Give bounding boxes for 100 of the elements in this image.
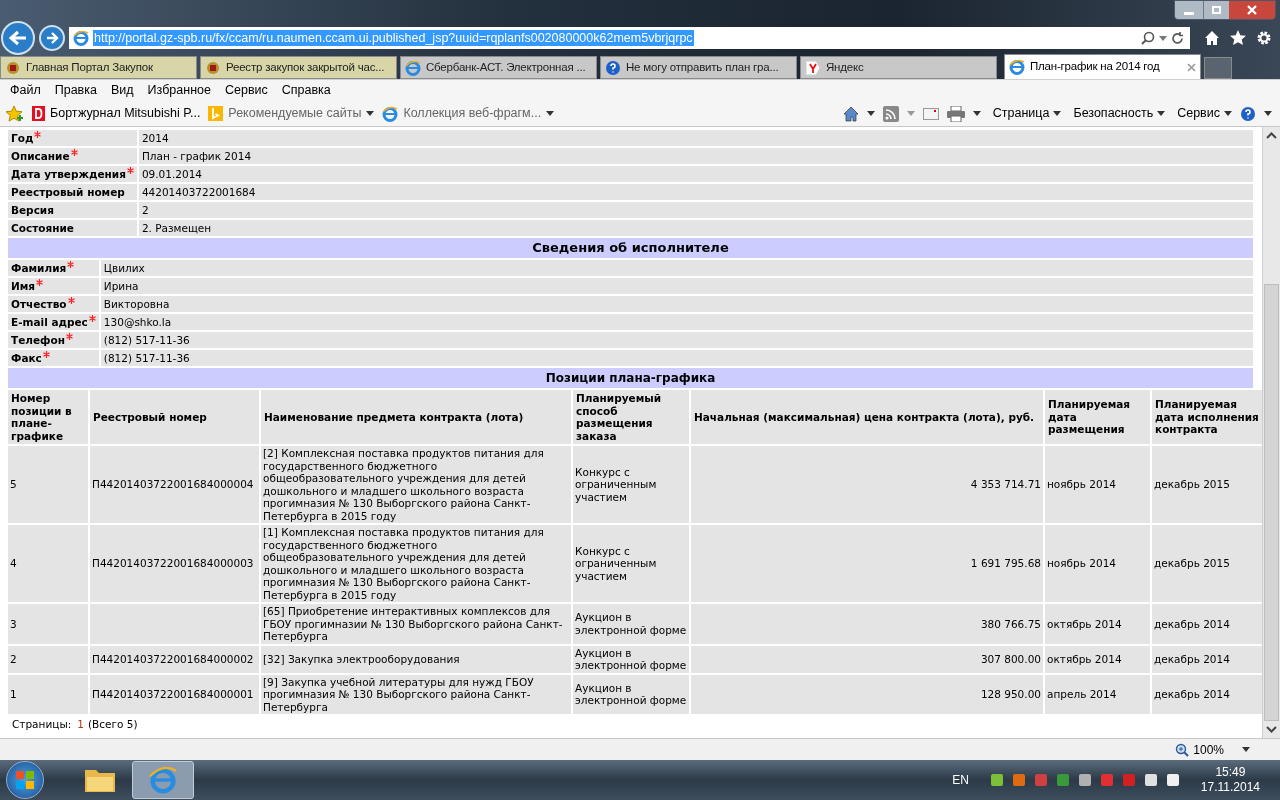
star-icon[interactable] — [1230, 30, 1246, 46]
browser-tab[interactable]: Главная Портал Закупок — [0, 56, 197, 79]
table-cell: 4 — [8, 525, 88, 602]
table-cell: декабрь 2014 — [1152, 645, 1262, 673]
home-icon[interactable] — [1204, 30, 1220, 46]
page-link[interactable]: 1 — [77, 717, 84, 733]
value-cell: 2 — [138, 202, 1253, 218]
back-button[interactable] — [1, 21, 35, 55]
table-cell: 307 800.00 — [691, 645, 1043, 673]
section-header: Позиции плана-графика — [8, 368, 1253, 388]
field-label: Имя — [11, 280, 44, 292]
table-cell: [65] Приобретение интерактивных комплексов для ГБОУ прогимназии № 130 Выборгского района Санкт-Петербурга — [261, 604, 571, 644]
menu-item[interactable]: Избранное — [147, 81, 211, 100]
required-mark-icon — [67, 261, 75, 268]
clock-time[interactable]: 15:49 — [1215, 765, 1246, 780]
maximize-button[interactable] — [1203, 1, 1229, 19]
page-total: (Всего 5) — [87, 717, 138, 732]
menu-item[interactable]: Справка — [281, 81, 331, 100]
table-cell: 128 950.00 — [691, 674, 1043, 714]
browser-e-icon — [1009, 59, 1025, 75]
window-controls[interactable] — [1174, 0, 1276, 20]
table-cell: декабрь 2014 — [1152, 604, 1262, 644]
zoom-icon[interactable] — [1175, 742, 1190, 757]
value-cell: 44201403722001684 — [138, 184, 1253, 200]
column-header: Планируемая дата размещения — [1045, 390, 1150, 444]
table-cell: П44201403722001684000002 — [90, 645, 259, 673]
table-cell: Аукцион в электронной форме — [573, 604, 689, 644]
browser-tab[interactable]: Реестр закупок закрытой час... — [200, 56, 397, 79]
menu-item[interactable]: Файл — [10, 81, 41, 100]
caret-icon — [1159, 35, 1167, 41]
browser-tab[interactable]: Не могу отправить план гра... — [600, 56, 797, 79]
favorites-link[interactable]: Бортжурнал Mitsubishi P... — [32, 104, 201, 123]
command-menu[interactable]: Сервис — [1177, 104, 1232, 123]
menu-item[interactable]: Вид — [110, 81, 134, 100]
table-cell: [2] Комплексная поставка продуктов питания для государственного бюджетного общеобразовательного учреждения для детей дошкольного и младшего школьного возраста прогимназия № 130 Выборгского района Санкт-Петербурга в 2015 году — [261, 446, 571, 523]
favorites-link[interactable]: Коллекция веб-фрагм... — [382, 104, 555, 123]
table-cell: 1 691 795.68 — [691, 525, 1043, 602]
column-header: Планируемая дата исполнения контракта — [1152, 390, 1262, 444]
value-cell: Цвилих — [100, 260, 1253, 276]
browser-e-icon — [405, 59, 421, 76]
folder-icon — [84, 767, 116, 793]
zoom-level[interactable]: 100% — [1193, 740, 1224, 759]
table-cell: ноябрь 2014 — [1045, 446, 1150, 523]
value-cell: Ирина — [100, 278, 1253, 294]
caret-icon — [1053, 111, 1062, 116]
field-label: Фамилия — [11, 262, 75, 274]
menu-item[interactable]: Правка — [54, 81, 97, 100]
forward-button[interactable] — [39, 25, 65, 51]
tray-icon[interactable] — [1164, 772, 1181, 788]
tray-icon[interactable] — [1142, 772, 1159, 788]
scroll-thumb[interactable] — [1264, 284, 1279, 721]
star-plus-icon[interactable] — [6, 105, 24, 122]
mail-icon[interactable] — [922, 107, 939, 120]
table-cell: Конкурс с ограниченным участием — [573, 525, 689, 602]
printer-icon[interactable] — [946, 105, 965, 122]
browser-e-icon — [73, 30, 89, 46]
field-label: Телефон — [11, 334, 73, 346]
required-mark-icon — [126, 167, 134, 174]
caret-icon — [546, 111, 555, 116]
command-menu[interactable]: Безопасность — [1073, 104, 1166, 123]
table-cell: Аукцион в электронной форме — [573, 645, 689, 673]
field-label: Отчество — [11, 298, 75, 310]
value-cell: (812) 517-11-36 — [100, 350, 1253, 366]
field-label: Факс — [11, 352, 50, 364]
table-cell: октябрь 2014 — [1045, 645, 1150, 673]
close-button[interactable] — [1229, 1, 1275, 19]
home-icon[interactable] — [842, 105, 859, 122]
caret-icon — [1242, 747, 1250, 752]
table-cell: декабрь 2014 — [1152, 674, 1262, 714]
scrollbar[interactable] — [1262, 127, 1280, 738]
menu-item[interactable]: Сервис — [224, 81, 268, 100]
value-cell: План - график 2014 — [138, 148, 1253, 164]
field-label: Состояние — [11, 222, 74, 234]
caret-icon — [1264, 111, 1272, 116]
column-header: Наименование предмета контракта (лота) — [261, 390, 571, 444]
required-mark-icon — [36, 279, 44, 286]
table-cell: декабрь 2015 — [1152, 525, 1262, 602]
language-indicator[interactable]: EN — [952, 771, 969, 789]
clock-date[interactable]: 17.11.2014 — [1200, 780, 1260, 795]
close-tab-icon[interactable] — [1187, 62, 1196, 72]
settings-icon[interactable] — [1256, 30, 1272, 46]
tray-icon[interactable] — [1076, 772, 1093, 788]
command-menu[interactable]: Страница — [992, 104, 1062, 123]
browser-tab[interactable]: План-график на 2014 год — [1004, 54, 1201, 79]
tray-icon[interactable] — [988, 772, 1005, 788]
search-icon[interactable] — [1141, 31, 1155, 45]
caret-icon — [1224, 111, 1232, 116]
required-mark-icon — [67, 297, 75, 304]
table-cell: 5 — [8, 446, 88, 523]
b-logo-icon — [208, 106, 224, 121]
feed-icon[interactable] — [882, 105, 899, 122]
browser-tab[interactable]: Сбербанк-АСТ. Электронная ... — [400, 56, 597, 79]
start-button[interactable] — [6, 761, 44, 799]
column-header: Начальная (максимальная) цена контракта (лота), руб. — [691, 390, 1043, 444]
table-cell: 3 — [8, 604, 88, 644]
field-label: E-mail адрес — [11, 316, 96, 328]
table-cell: ноябрь 2014 — [1045, 525, 1150, 602]
favorites-link[interactable]: Рекомендуемые сайты — [208, 104, 375, 123]
browser-tab[interactable]: Яндекс — [800, 56, 997, 79]
refresh-icon[interactable] — [1171, 31, 1184, 45]
